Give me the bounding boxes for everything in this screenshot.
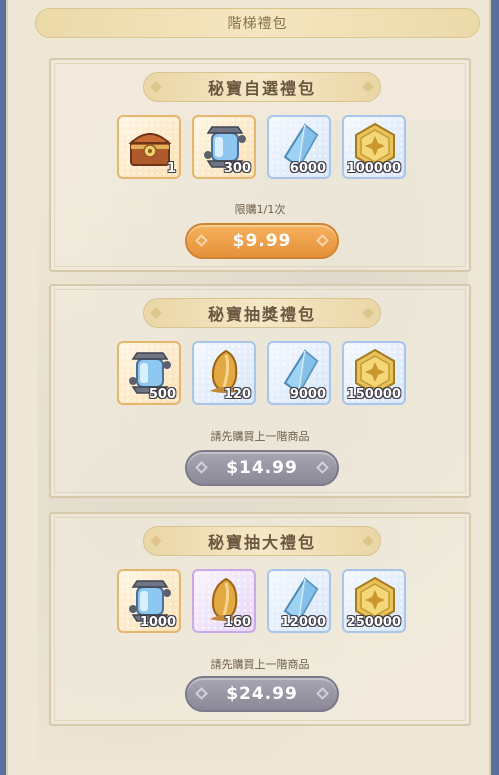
tier-title: 秘寶抽獎禮包 — [207, 305, 316, 324]
item-quantity: 12000 — [280, 615, 326, 630]
purchase-note: 請先購買上一階商品 — [210, 658, 310, 671]
item-slot[interactable]: 160 — [192, 569, 256, 633]
tier-card-1: 秘寶自選禮包 1 300 6000 100000 限購1/1次 $9.99 — [49, 58, 471, 272]
diamond-ornament-icon — [362, 81, 374, 93]
tier-title: 秘寶抽大禮包 — [207, 533, 316, 552]
ornament-icon — [195, 461, 208, 474]
tier-card-2: 秘寶抽獎禮包 500 120 9000 150000 請先購買上一階商品 $14… — [49, 284, 471, 498]
ornament-icon — [316, 234, 329, 247]
item-slot[interactable]: 12000 — [267, 569, 331, 633]
price-label: $24.99 — [226, 684, 298, 704]
price-label: $9.99 — [232, 231, 292, 251]
item-quantity: 300 — [223, 161, 251, 176]
diamond-ornament-icon — [150, 535, 162, 547]
item-slot[interactable]: 120 — [192, 341, 256, 405]
item-slot[interactable]: 250000 — [342, 569, 406, 633]
item-slot[interactable]: 150000 — [342, 341, 406, 405]
diamond-ornament-icon — [362, 535, 374, 547]
tier-title: 秘寶自選禮包 — [207, 79, 316, 98]
item-slot[interactable]: 1 — [117, 115, 181, 179]
diamond-ornament-icon — [150, 307, 162, 319]
item-quantity: 9000 — [289, 387, 326, 402]
tier-card-3: 秘寶抽大禮包 1000 160 12000 250000 請先購買上一階商品 $… — [49, 512, 471, 726]
diamond-ornament-icon — [362, 307, 374, 319]
tier-header: 秘寶抽大禮包 — [143, 526, 381, 556]
item-quantity: 150000 — [346, 387, 401, 402]
ornament-icon — [195, 687, 208, 700]
buy-button[interactable]: $14.99 — [185, 450, 339, 486]
window-title: 階梯禮包 — [35, 8, 480, 38]
item-quantity: 500 — [148, 387, 176, 402]
item-slot[interactable]: 1000 — [117, 569, 181, 633]
buy-button[interactable]: $24.99 — [185, 676, 339, 712]
ornament-icon — [195, 234, 208, 247]
item-row: 1000 160 12000 250000 — [117, 569, 417, 637]
ornament-icon — [316, 687, 329, 700]
item-slot[interactable]: 100000 — [342, 115, 406, 179]
item-slot[interactable]: 500 — [117, 341, 181, 405]
item-quantity: 160 — [223, 615, 251, 630]
buy-button[interactable]: $9.99 — [185, 223, 339, 259]
purchase-note: 請先購買上一階商品 — [210, 430, 310, 443]
purchase-note: 限購1/1次 — [234, 203, 286, 216]
tier-header: 秘寶自選禮包 — [143, 72, 381, 102]
item-row: 1 300 6000 100000 — [117, 115, 417, 183]
item-quantity: 120 — [223, 387, 251, 402]
price-label: $14.99 — [226, 458, 298, 478]
gift-pack-panel: 階梯禮包 秘寶自選禮包 1 300 6000 100000 限購1/1次 $9.… — [6, 0, 491, 775]
item-slot[interactable]: 9000 — [267, 341, 331, 405]
tier-header: 秘寶抽獎禮包 — [143, 298, 381, 328]
item-quantity: 1000 — [139, 615, 176, 630]
item-slot[interactable]: 6000 — [267, 115, 331, 179]
item-row: 500 120 9000 150000 — [117, 341, 417, 409]
item-quantity: 250000 — [346, 615, 401, 630]
item-quantity: 6000 — [289, 161, 326, 176]
item-slot[interactable]: 300 — [192, 115, 256, 179]
ornament-icon — [316, 461, 329, 474]
item-quantity: 100000 — [346, 161, 401, 176]
diamond-ornament-icon — [150, 81, 162, 93]
item-quantity: 1 — [166, 161, 176, 176]
